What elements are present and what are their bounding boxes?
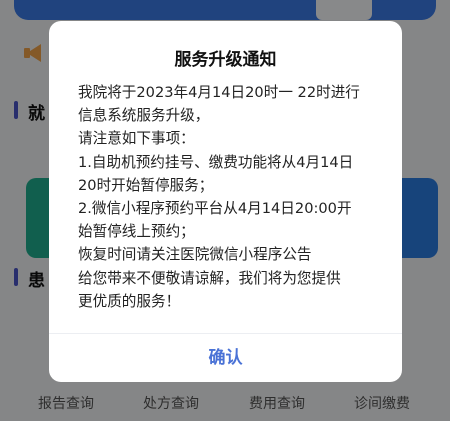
message-line: 请注意如下事项：	[78, 130, 195, 148]
message-line: 更优质的服务！	[78, 292, 181, 310]
message-line: 给您带来不便敬请谅解，我们将为您提供	[78, 269, 341, 287]
dialog-title: 服务升级通知	[174, 50, 277, 70]
message-line: 20时开始暂停服务；	[78, 176, 214, 194]
confirm-button[interactable]: 确认	[49, 343, 402, 368]
message-line: 1.自助机预约挂号、缴费功能将从4月14日	[78, 153, 354, 171]
dialog-divider	[49, 333, 402, 334]
message-line: 恢复时间请关注医院微信小程序公告	[78, 246, 312, 264]
message-line: 我院将于2023年4月14日20时一 22时进行	[78, 84, 360, 101]
message-line: 始暂停线上预约；	[78, 223, 195, 241]
message-line: 2.微信小程序预约平台从4月14日20:00开	[78, 200, 352, 218]
dialog-message: 我院将于2023年4月14日20时一 22时进行 信息系统服务升级， 请注意如下…	[78, 81, 388, 313]
message-line: 信息系统服务升级，	[78, 107, 210, 125]
service-upgrade-dialog: 服务升级通知 我院将于2023年4月14日20时一 22时进行 信息系统服务升级…	[49, 21, 402, 382]
